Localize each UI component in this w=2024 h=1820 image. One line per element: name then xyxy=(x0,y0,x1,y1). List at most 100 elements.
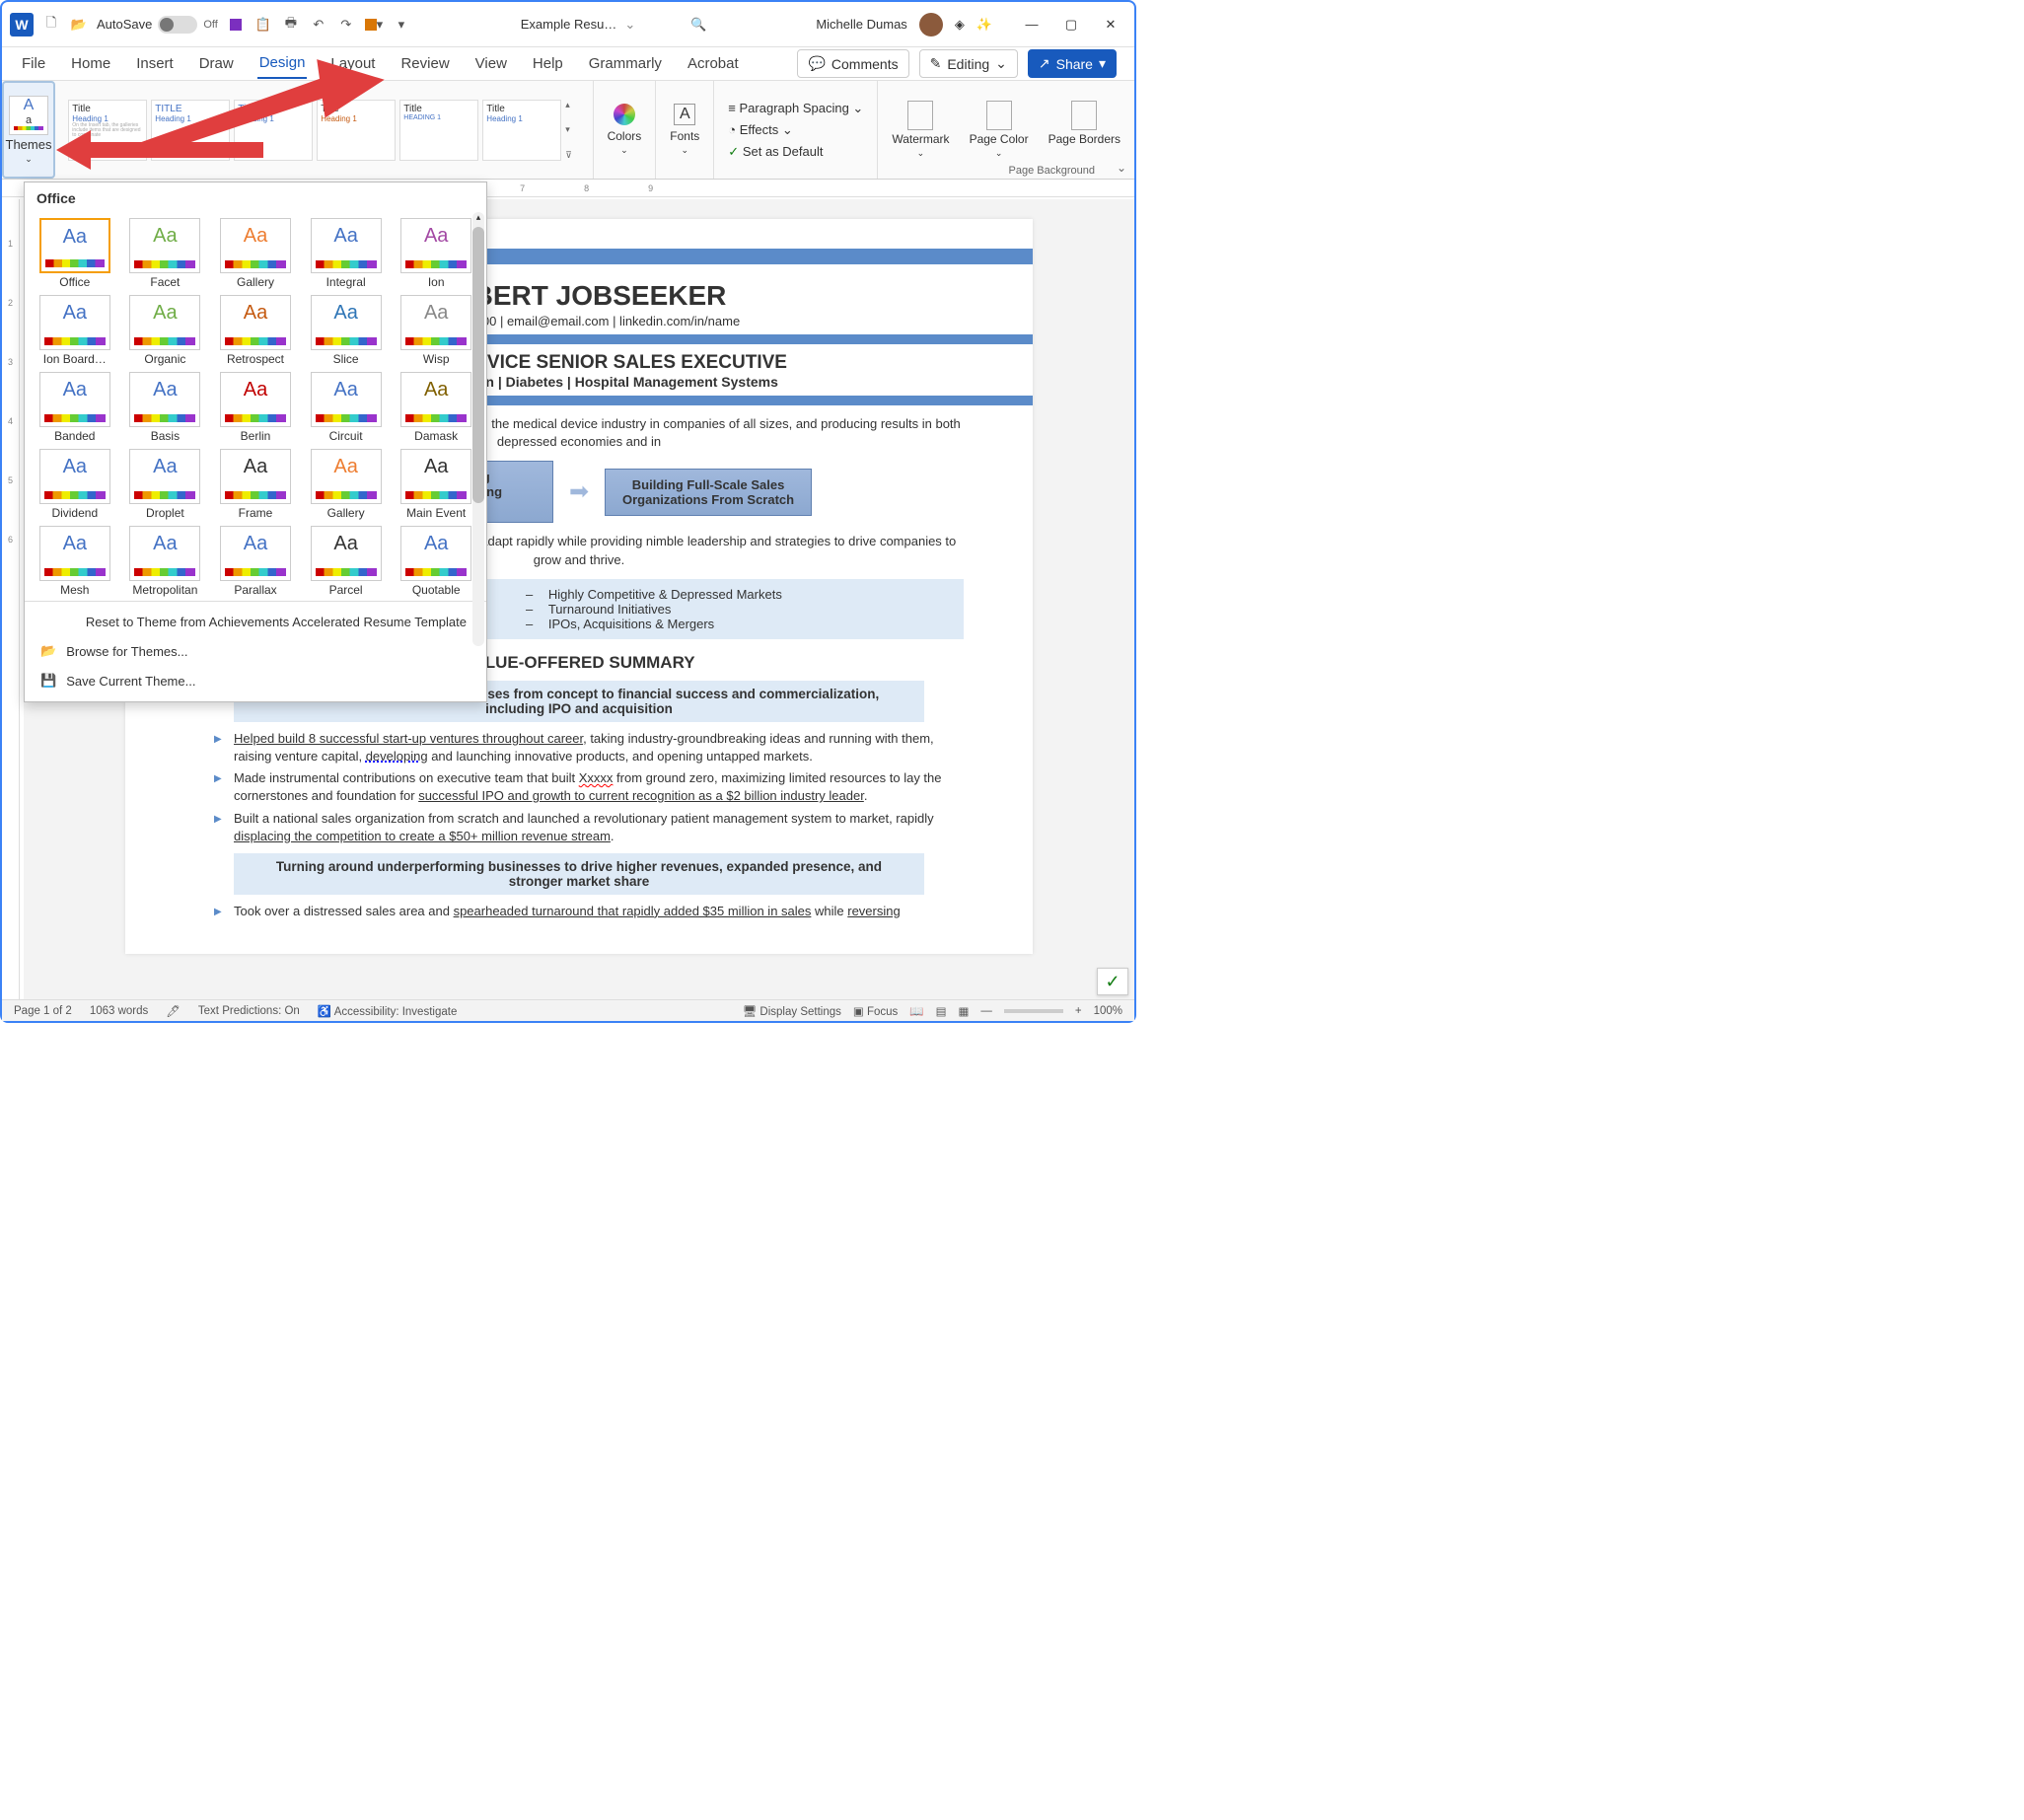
theme-option-gallery[interactable]: AaGallery xyxy=(304,449,389,520)
menu-grammarly[interactable]: Grammarly xyxy=(587,49,664,78)
dropdown-scrollbar[interactable]: ▴ xyxy=(472,212,484,646)
theme-option-banded[interactable]: AaBanded xyxy=(33,372,117,443)
fonts-button[interactable]: AFonts⌄ xyxy=(662,100,707,160)
view-print-icon[interactable]: ▤ xyxy=(936,1004,947,1018)
print-icon[interactable]: 🖶 xyxy=(281,15,301,35)
style-thumb[interactable]: TitleHEADING 1 xyxy=(399,100,478,161)
theme-option-retrospect[interactable]: AaRetrospect xyxy=(213,295,298,366)
titlebar: W 🗋 📂 AutoSave Off 📋 🖶 ↶ ↷ ▾ ▾ Example R… xyxy=(2,2,1134,47)
callout-box-2: Building Full-Scale SalesOrganizations F… xyxy=(605,469,812,516)
zoom-in[interactable]: + xyxy=(1075,1005,1082,1017)
menu-review[interactable]: Review xyxy=(398,49,451,78)
page-borders-button[interactable]: Page Borders xyxy=(1041,97,1128,163)
minimize-button[interactable]: — xyxy=(1016,13,1048,36)
view-read-icon[interactable]: 📖 xyxy=(909,1004,923,1018)
word-count[interactable]: 1063 words xyxy=(90,1005,148,1017)
themes-button[interactable]: Aa Themes ⌄ xyxy=(2,81,55,179)
browse-themes-action[interactable]: 📂Browse for Themes... xyxy=(25,636,486,666)
title-dropdown-icon[interactable]: ⌄ xyxy=(624,17,635,33)
theme-option-circuit[interactable]: AaCircuit xyxy=(304,372,389,443)
themes-section-label: Office xyxy=(25,182,486,214)
theme-option-mesh[interactable]: AaMesh xyxy=(33,526,117,597)
document-title[interactable]: Example Resu… xyxy=(521,17,617,32)
theme-option-damask[interactable]: AaDamask xyxy=(394,372,478,443)
zoom-slider[interactable] xyxy=(1004,1009,1063,1013)
share-button[interactable]: ↗ Share ▾ xyxy=(1028,49,1117,78)
theme-option-parallax[interactable]: AaParallax xyxy=(213,526,298,597)
statusbar: Page 1 of 2 1063 words 🖊 Text Prediction… xyxy=(2,999,1134,1021)
highlight-icon[interactable]: ▾ xyxy=(364,15,384,35)
theme-option-metropolitan[interactable]: AaMetropolitan xyxy=(123,526,208,597)
display-settings[interactable]: 🖥 Display Settings xyxy=(743,1004,841,1018)
editing-button[interactable]: ✎ Editing ⌄ xyxy=(919,49,1018,78)
theme-option-wisp[interactable]: AaWisp xyxy=(394,295,478,366)
menu-help[interactable]: Help xyxy=(531,49,565,78)
theme-option-berlin[interactable]: AaBerlin xyxy=(213,372,298,443)
page-color-button[interactable]: Page Color⌄ xyxy=(962,97,1037,163)
vertical-ruler[interactable]: 123456 xyxy=(2,199,20,1001)
close-button[interactable]: ✕ xyxy=(1095,13,1126,36)
menu-acrobat[interactable]: Acrobat xyxy=(686,49,741,78)
maximize-button[interactable]: ▢ xyxy=(1055,13,1087,36)
theme-option-parcel[interactable]: AaParcel xyxy=(304,526,389,597)
theme-option-quotable[interactable]: AaQuotable xyxy=(394,526,478,597)
focus-mode[interactable]: ▣ Focus xyxy=(853,1004,898,1018)
menu-file[interactable]: File xyxy=(20,49,47,78)
zoom-out[interactable]: — xyxy=(980,1005,992,1017)
theme-option-frame[interactable]: AaFrame xyxy=(213,449,298,520)
accessibility-status[interactable]: ♿ Accessibility: Investigate xyxy=(318,1004,458,1018)
reset-theme-action[interactable]: Reset to Theme from Achievements Acceler… xyxy=(25,608,486,636)
quick-action-icon[interactable]: 📋 xyxy=(253,15,273,35)
themes-dropdown: Office AaOfficeAaFacetAaGalleryAaIntegra… xyxy=(24,182,487,702)
zoom-level[interactable]: 100% xyxy=(1094,1005,1122,1017)
theme-option-ion[interactable]: AaIon xyxy=(394,218,478,289)
menu-view[interactable]: View xyxy=(473,49,509,78)
ribbon-collapse-icon[interactable]: ⌄ xyxy=(1117,161,1126,175)
themes-label: Themes xyxy=(6,137,52,152)
shade-heading-2: Turning around underperforming businesse… xyxy=(234,853,924,895)
page-indicator[interactable]: Page 1 of 2 xyxy=(14,1005,72,1017)
comments-button[interactable]: 💬 Comments xyxy=(797,49,908,78)
theme-option-mainevent[interactable]: AaMain Event xyxy=(394,449,478,520)
theme-option-basis[interactable]: AaBasis xyxy=(123,372,208,443)
theme-option-gallery[interactable]: AaGallery xyxy=(213,218,298,289)
theme-option-droplet[interactable]: AaDroplet xyxy=(123,449,208,520)
text-predictions[interactable]: Text Predictions: On xyxy=(198,1005,300,1017)
colors-button[interactable]: Colors⌄ xyxy=(600,100,650,160)
theme-option-integral[interactable]: AaIntegral xyxy=(304,218,389,289)
watermark-button[interactable]: Watermark⌄ xyxy=(884,97,957,163)
redo-icon[interactable]: ↷ xyxy=(336,15,356,35)
user-name[interactable]: Michelle Dumas xyxy=(816,17,906,32)
theme-option-facet[interactable]: AaFacet xyxy=(123,218,208,289)
new-file-icon[interactable]: 🗋 xyxy=(41,15,61,35)
save-icon[interactable] xyxy=(226,15,246,35)
theme-option-slice[interactable]: AaSlice xyxy=(304,295,389,366)
status-check-icon[interactable]: ✓ xyxy=(1097,968,1128,995)
language-icon[interactable]: 🖊 xyxy=(166,1004,181,1018)
undo-icon[interactable]: ↶ xyxy=(309,15,328,35)
theme-option-organic[interactable]: AaOrganic xyxy=(123,295,208,366)
set-default-button[interactable]: ✓ Set as Default xyxy=(728,144,863,160)
autosave-toggle[interactable]: AutoSave Off xyxy=(97,16,218,34)
save-theme-action[interactable]: 💾Save Current Theme... xyxy=(25,666,486,695)
word-app-icon: W xyxy=(10,13,34,36)
theme-option-ionboard[interactable]: AaIon Board… xyxy=(33,295,117,366)
sparkle-icon[interactable]: ✨ xyxy=(976,17,992,33)
open-file-icon[interactable]: 📂 xyxy=(69,15,89,35)
chevron-down-icon: ⌄ xyxy=(25,154,33,165)
avatar[interactable] xyxy=(919,13,943,36)
save-icon: 💾 xyxy=(40,673,56,689)
theme-option-dividend[interactable]: AaDividend xyxy=(33,449,117,520)
paragraph-spacing-button[interactable]: ≡ Paragraph Spacing ⌄ xyxy=(728,101,863,116)
search-icon[interactable]: 🔍 xyxy=(690,17,706,33)
bullet-item: Built a national sales organization from… xyxy=(214,810,964,845)
arrow-icon: ➡ xyxy=(569,477,589,506)
theme-option-office[interactable]: AaOffice xyxy=(33,218,117,289)
page-background-group-label: Page Background xyxy=(1009,165,1095,177)
view-web-icon[interactable]: ▦ xyxy=(958,1004,969,1018)
more-icon[interactable]: ▾ xyxy=(392,15,411,35)
style-thumb[interactable]: TitleHeading 1 xyxy=(482,100,561,161)
diamond-icon[interactable]: ◈ xyxy=(955,17,965,33)
effects-button[interactable]: ◔ Effects ⌄ xyxy=(728,122,863,138)
gallery-expand[interactable]: ▴▾⊽ xyxy=(565,100,579,161)
